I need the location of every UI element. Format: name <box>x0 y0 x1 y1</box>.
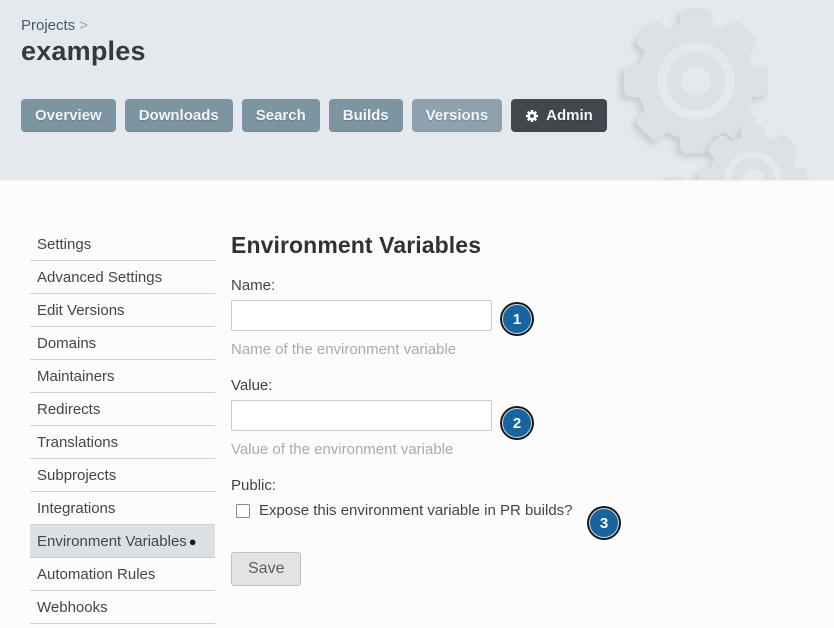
project-header: Projects> examples Overview Downloads Se… <box>0 0 834 181</box>
sidebar-item-maintainers[interactable]: Maintainers <box>30 360 215 393</box>
project-nav: Overview Downloads Search Builds Version… <box>21 99 607 132</box>
gear-icon <box>525 109 539 123</box>
sidebar-item-integrations[interactable]: Integrations <box>30 492 215 525</box>
value-help-text: Value of the environment variable <box>231 441 661 458</box>
nav-tab-builds[interactable]: Builds <box>329 99 403 132</box>
sidebar-item-environment-variables[interactable]: Environment Variables● <box>30 525 215 558</box>
environment-variables-panel: Environment Variables Name: Name of the … <box>231 228 661 586</box>
sidebar-item-redirects[interactable]: Redirects <box>30 393 215 426</box>
annotation-badge-2: 2 <box>502 408 532 438</box>
sidebar-item-automation-rules[interactable]: Automation Rules <box>30 558 215 591</box>
name-field-label: Name: <box>231 277 661 294</box>
value-field-label: Value: <box>231 377 661 394</box>
nav-tab-admin[interactable]: Admin <box>511 99 607 132</box>
sidebar-item-settings[interactable]: Settings <box>30 228 215 261</box>
sidebar-item-webhooks[interactable]: Webhooks <box>30 591 215 624</box>
nav-tab-admin-label: Admin <box>546 107 593 124</box>
value-input[interactable] <box>231 400 492 431</box>
annotation-badge-3: 3 <box>589 508 619 538</box>
breadcrumb-separator: > <box>79 17 88 34</box>
admin-sidebar: Settings Advanced Settings Edit Versions… <box>30 228 215 624</box>
nav-tab-overview[interactable]: Overview <box>21 99 116 132</box>
sidebar-item-domains[interactable]: Domains <box>30 327 215 360</box>
sidebar-item-subprojects[interactable]: Subprojects <box>30 459 215 492</box>
project-title: examples <box>21 36 146 67</box>
nav-tab-versions[interactable]: Versions <box>412 99 503 132</box>
sidebar-item-advanced-settings[interactable]: Advanced Settings <box>30 261 215 294</box>
name-input[interactable] <box>231 300 492 331</box>
page: Projects> examples Overview Downloads Se… <box>0 0 834 628</box>
sidebar-item-translations[interactable]: Translations <box>30 426 215 459</box>
public-field-label: Public: <box>231 477 661 494</box>
active-dot-marker: ● <box>189 534 197 549</box>
breadcrumb-projects-link[interactable]: Projects <box>21 17 75 34</box>
sidebar-item-edit-versions[interactable]: Edit Versions <box>30 294 215 327</box>
nav-tab-downloads[interactable]: Downloads <box>125 99 233 132</box>
name-help-text: Name of the environment variable <box>231 341 661 358</box>
nav-tab-search[interactable]: Search <box>242 99 320 132</box>
page-title: Environment Variables <box>231 232 661 259</box>
annotation-badge-1: 1 <box>502 304 532 334</box>
public-checkbox[interactable] <box>236 504 250 518</box>
public-checkbox-label: Expose this environment variable in PR b… <box>259 502 573 519</box>
breadcrumb: Projects> <box>21 17 88 34</box>
save-button[interactable]: Save <box>231 552 301 586</box>
gear-decoration-graphics <box>0 0 834 181</box>
sidebar-item-label: Environment Variables <box>37 533 187 550</box>
